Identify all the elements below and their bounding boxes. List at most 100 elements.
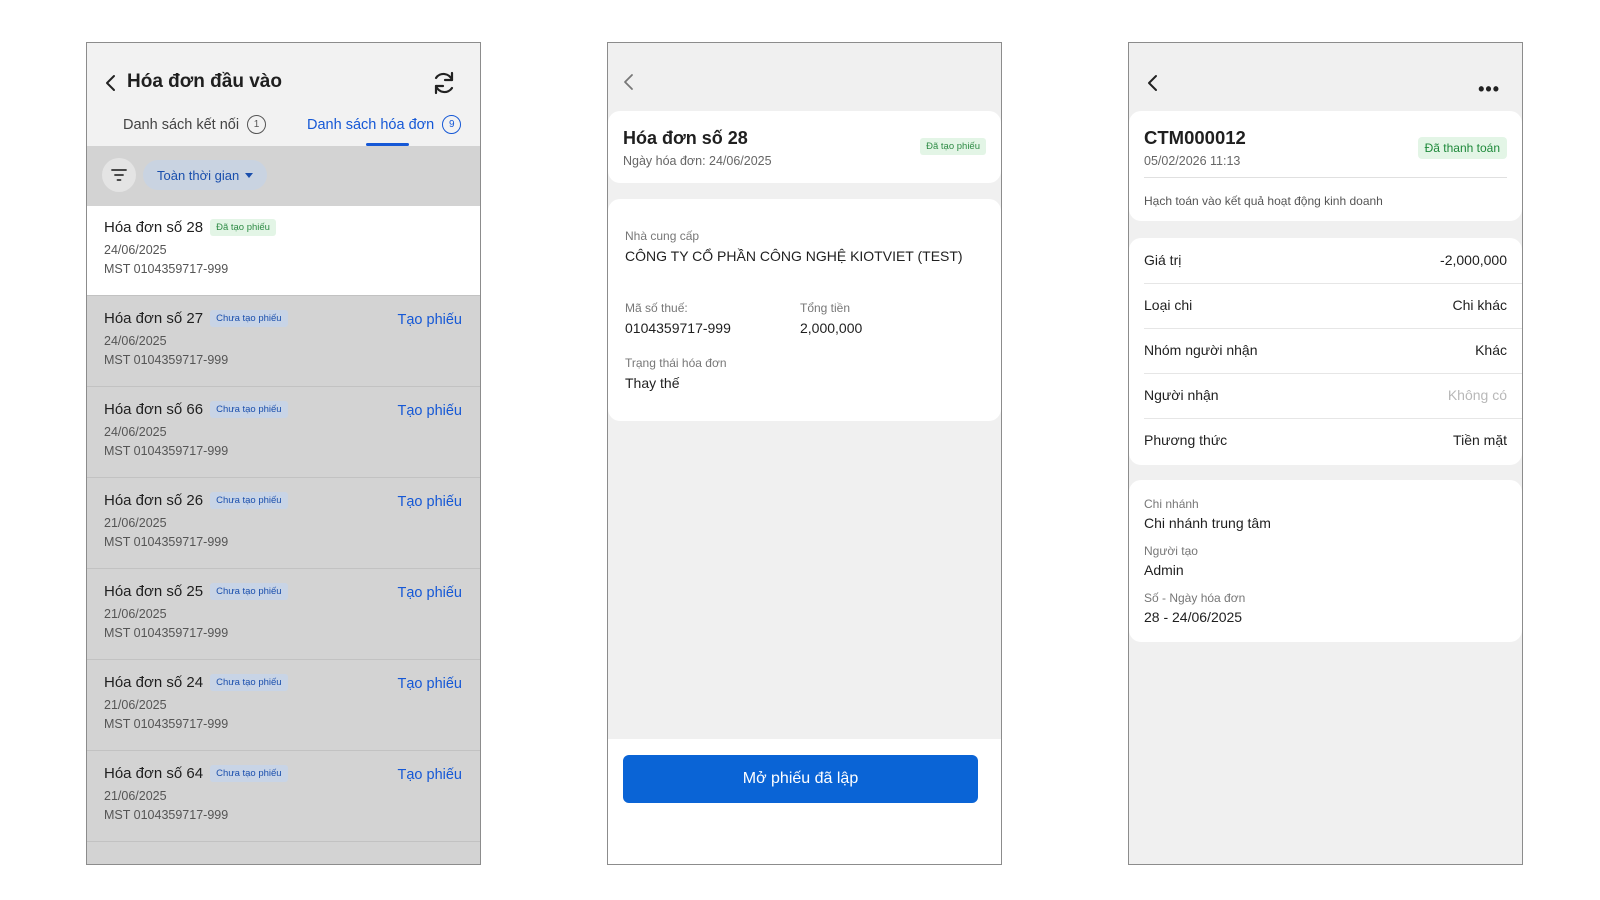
create-voucher-link[interactable]: Tạo phiếu — [398, 312, 463, 328]
invoice-summary-card: Hóa đơn số 28 Ngày hóa đơn: 24/06/2025 Đ… — [608, 111, 1001, 183]
total-label: Tổng tiền — [800, 301, 851, 315]
supplier-label: Nhà cung cấp — [625, 229, 700, 243]
filter-button[interactable] — [102, 158, 136, 192]
divider — [1144, 177, 1507, 178]
invoice-title: Hóa đơn số 64 — [104, 765, 204, 782]
invoice-title: Hóa đơn số 26 — [104, 492, 204, 509]
invoice-title: Hóa đơn số 28 — [623, 128, 748, 148]
invoice-detail-screen: Hóa đơn số 28 Ngày hóa đơn: 24/06/2025 Đ… — [607, 42, 1002, 865]
field-row-value: Giá trị -2,000,000 — [1129, 238, 1522, 283]
voucher-detail-screen: ••• CTM000012 05/02/2026 11:13 Đã thanh … — [1128, 42, 1523, 865]
field-value: Tiền mặt — [1453, 432, 1507, 448]
status-badge: Đã thanh toán — [1417, 137, 1507, 159]
filter-icon — [111, 169, 127, 181]
creator-value: Admin — [1144, 562, 1184, 578]
invoice-date: 24/06/2025 — [104, 425, 167, 439]
voucher-meta-card: Chi nhánh Chi nhánh trung tâm Người tạo … — [1129, 480, 1522, 642]
voucher-datetime: 05/02/2026 11:13 — [1144, 154, 1241, 168]
invoice-title: Hóa đơn số 24 — [104, 674, 204, 691]
field-label: Phương thức — [1144, 432, 1228, 448]
field-label: Người nhận — [1144, 387, 1219, 403]
field-label: Nhóm người nhận — [1144, 342, 1258, 358]
total-value: 2,000,000 — [800, 320, 863, 336]
time-range-dropdown[interactable]: Toàn thời gian — [143, 160, 268, 190]
create-voucher-link[interactable]: Tạo phiếu — [398, 676, 463, 692]
invoice-list-item[interactable]: Hóa đơn số 66 Chưa tạo phiếu 24/06/2025 … — [87, 388, 480, 478]
invoice-list-item[interactable]: Hóa đơn số 64 Chưa tạo phiếu 21/06/2025 … — [87, 752, 480, 842]
back-arrow-icon[interactable] — [1143, 73, 1163, 93]
invoice-tax-code: MST 0104359717-999 — [104, 626, 229, 640]
footer: Mở phiếu đã lập — [608, 739, 1001, 864]
invoice-list-screen: Hóa đơn đầu vào Danh sách kết nối 1 Danh… — [86, 42, 481, 865]
tab-connections[interactable]: Danh sách kết nối 1 — [123, 115, 267, 134]
invoice-date: 24/06/2025 — [104, 334, 167, 348]
field-row-recipient-group: Nhóm người nhận Khác — [1129, 328, 1522, 373]
back-arrow-icon[interactable] — [101, 73, 121, 93]
create-voucher-link[interactable]: Tạo phiếu — [398, 494, 463, 510]
voucher-summary-card: CTM000012 05/02/2026 11:13 Đã thanh toán… — [1129, 111, 1522, 221]
tab-count-badge: 1 — [247, 115, 267, 134]
invoice-tax-code: MST 0104359717-999 — [104, 262, 229, 276]
field-value: Khác — [1475, 342, 1507, 358]
tab-label: Danh sách hóa đơn — [307, 116, 435, 133]
create-voucher-link[interactable]: Tạo phiếu — [398, 767, 463, 783]
invoice-list-item[interactable]: Hóa đơn số 26 Chưa tạo phiếu 21/06/2025 … — [87, 479, 480, 569]
status-badge: Chưa tạo phiếu — [210, 492, 288, 509]
invoice-date: 21/06/2025 — [104, 516, 167, 530]
field-value: -2,000,000 — [1440, 252, 1507, 268]
invoice-list-item[interactable]: Hóa đơn số 24 Chưa tạo phiếu 21/06/2025 … — [87, 661, 480, 751]
accounting-note: Hạch toán vào kết quả hoạt động kinh doa… — [1144, 194, 1383, 208]
field-value: Không có — [1447, 387, 1507, 403]
more-horizontal-icon[interactable]: ••• — [1478, 79, 1500, 100]
invoice-ref-value: 28 - 24/06/2025 — [1144, 609, 1243, 625]
status-badge: Chưa tạo phiếu — [210, 765, 288, 782]
tab-count-badge: 9 — [442, 115, 462, 134]
status-badge: Chưa tạo phiếu — [210, 583, 288, 600]
create-voucher-link[interactable]: Tạo phiếu — [398, 585, 463, 601]
invoice-tax-code: MST 0104359717-999 — [104, 808, 229, 822]
time-range-label: Toàn thời gian — [157, 167, 240, 183]
header: Hóa đơn đầu vào Danh sách kết nối 1 Danh… — [87, 43, 480, 146]
refresh-icon[interactable] — [430, 69, 458, 97]
caret-down-icon — [245, 172, 254, 178]
invoice-status-label: Trạng thái hóa đơn — [625, 356, 727, 370]
tab-invoices[interactable]: Danh sách hóa đơn 9 — [307, 115, 462, 134]
branch-label: Chi nhánh — [1144, 497, 1199, 511]
invoice-list-item[interactable]: Hóa đơn số 28 Đã tạo phiếu 24/06/2025 MS… — [87, 206, 480, 296]
invoice-date: Ngày hóa đơn: 24/06/2025 — [623, 154, 772, 168]
page-title: Hóa đơn đầu vào — [127, 71, 282, 92]
active-tab-indicator — [366, 143, 409, 146]
field-row-recipient: Người nhận Không có — [1129, 373, 1522, 418]
back-arrow-icon[interactable] — [620, 73, 638, 91]
invoice-title: Hóa đơn số 27 — [104, 310, 204, 327]
creator-label: Người tạo — [1144, 544, 1198, 558]
voucher-fields-card: Giá trị -2,000,000 Loại chi Chi khác Nhó… — [1129, 238, 1522, 465]
invoice-tax-code: MST 0104359717-999 — [104, 717, 229, 731]
invoice-list-item[interactable]: Hóa đơn số 27 Chưa tạo phiếu 24/06/2025 … — [87, 297, 480, 387]
tab-label: Danh sách kết nối — [123, 116, 240, 133]
invoice-tax-code: MST 0104359717-999 — [104, 535, 229, 549]
field-value: Chi khác — [1452, 297, 1507, 313]
open-voucher-button[interactable]: Mở phiếu đã lập — [623, 755, 978, 803]
status-badge: Đã tạo phiếu — [210, 219, 276, 236]
create-voucher-link[interactable]: Tạo phiếu — [398, 403, 463, 419]
invoice-date: 24/06/2025 — [104, 243, 167, 257]
invoice-title: Hóa đơn số 25 — [104, 583, 204, 600]
voucher-code: CTM000012 — [1144, 127, 1246, 148]
invoice-info-card: Nhà cung cấp CÔNG TY CỔ PHẦN CÔNG NGHỆ K… — [608, 199, 1001, 421]
field-row-expense-type: Loại chi Chi khác — [1129, 283, 1522, 328]
status-badge: Chưa tạo phiếu — [210, 310, 288, 327]
field-label: Giá trị — [1144, 252, 1182, 268]
invoice-tax-code: MST 0104359717-999 — [104, 444, 229, 458]
invoice-date: 21/06/2025 — [104, 607, 167, 621]
status-badge: Chưa tạo phiếu — [210, 674, 288, 691]
invoice-date: 21/06/2025 — [104, 789, 167, 803]
invoice-list-item[interactable]: Hóa đơn số 25 Chưa tạo phiếu 21/06/2025 … — [87, 570, 480, 660]
field-row-payment-method: Phương thức Tiền mặt — [1129, 418, 1522, 463]
invoice-tax-code: MST 0104359717-999 — [104, 353, 229, 367]
invoice-date: 21/06/2025 — [104, 698, 167, 712]
field-label: Loại chi — [1144, 297, 1193, 313]
tax-code-label: Mã số thuế: — [625, 301, 688, 315]
status-badge: Chưa tạo phiếu — [210, 401, 288, 418]
invoice-status-value: Thay thế — [625, 375, 680, 391]
